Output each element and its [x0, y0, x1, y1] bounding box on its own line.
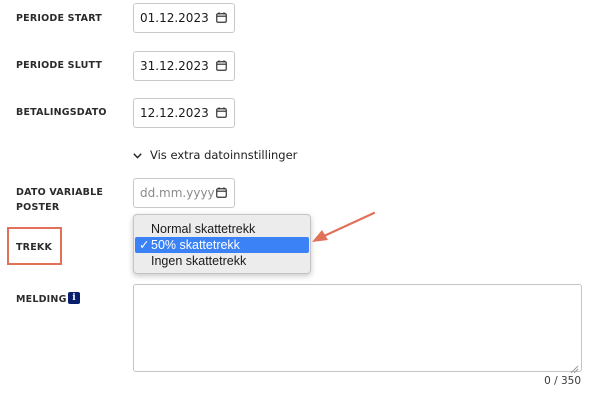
melding-label: MELDING — [16, 294, 67, 305]
info-icon[interactable]: i — [68, 292, 80, 304]
resize-grip-icon[interactable] — [569, 359, 579, 374]
melding-textarea[interactable] — [133, 284, 582, 374]
melding-char-counter: 0 / 350 — [544, 375, 581, 387]
